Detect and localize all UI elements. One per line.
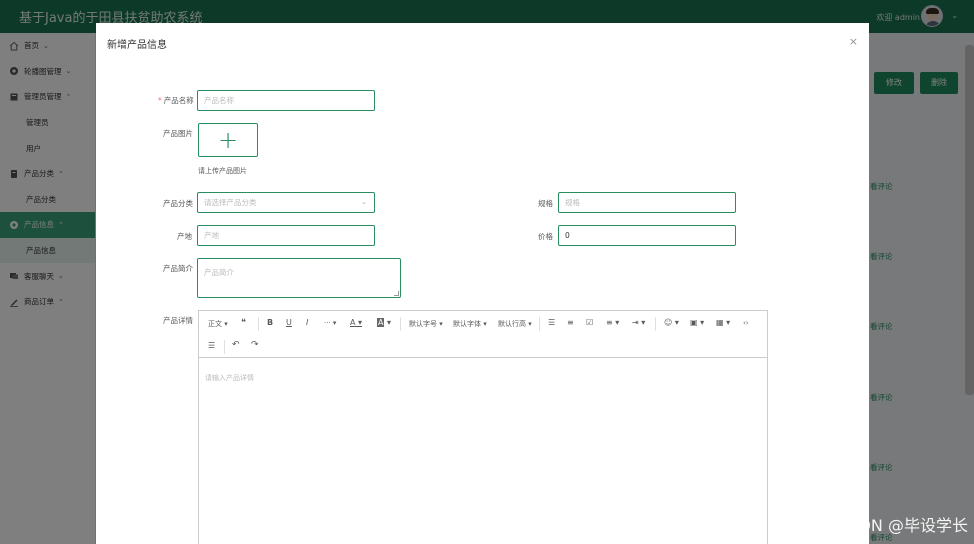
redo-icon[interactable]: ↷ <box>251 340 259 350</box>
editor-placeholder: 请输入产品详情 <box>205 374 254 382</box>
emoji-glyph: ☺ <box>664 318 673 327</box>
dialog-title: 新增产品信息 <box>107 40 167 51</box>
table-icon[interactable]: ▦ ▾ <box>716 318 730 327</box>
editor-content-area[interactable]: 请输入产品详情 <box>205 373 254 383</box>
paragraph-label: 正文 <box>208 320 222 328</box>
watermark: CSDN @毕设学长 <box>837 516 968 535</box>
toolbar-divider <box>655 317 656 331</box>
indent-glyph: ⇥ <box>632 318 639 327</box>
spec-input[interactable]: 规格 <box>558 192 736 213</box>
origin-label: 产地 <box>177 232 192 241</box>
paragraph-dropdown[interactable]: 正文 ▾ <box>208 319 228 329</box>
todo-icon[interactable]: ☑ <box>586 318 593 327</box>
product-image-label: 产品图片 <box>163 129 193 138</box>
font-family-label: 默认字体 <box>453 320 481 328</box>
undo-icon[interactable]: ↶ <box>232 340 240 350</box>
background-color-icon[interactable]: A ▾ <box>377 318 391 327</box>
detail-label: 产品详情 <box>163 316 193 325</box>
image-icon[interactable]: ▣ ▾ <box>690 318 704 327</box>
rich-text-editor: 正文 ▾ ❝ B U I ··· ▾ A ▾ A ▾ 默认字号 ▾ 默认字体 ▾… <box>198 310 768 544</box>
required-mark: * <box>158 96 162 105</box>
image-glyph: ▣ <box>690 318 698 327</box>
price-label: 价格 <box>538 232 553 241</box>
toolbar-divider <box>539 317 540 331</box>
toolbar-divider <box>400 317 401 331</box>
code-icon[interactable]: ‹› <box>743 319 749 327</box>
indent-icon[interactable]: ⇥ ▾ <box>632 318 645 327</box>
more-icon[interactable]: ··· ▾ <box>324 319 336 327</box>
spec-label: 规格 <box>538 199 553 208</box>
select-placeholder: 请选择产品分类 <box>204 198 257 207</box>
chevron-down-icon: ⌄ <box>361 198 367 206</box>
label-text: 产品名称 <box>163 96 194 105</box>
toolbar-divider <box>224 340 225 354</box>
emoji-icon[interactable]: ☺ ▾ <box>664 318 679 327</box>
bold-icon[interactable]: B <box>267 318 273 327</box>
line-height-label: 默认行高 <box>498 320 526 328</box>
resize-handle[interactable] <box>394 291 399 296</box>
origin-input[interactable]: 产地 <box>197 225 375 246</box>
line-height-dropdown[interactable]: 默认行高 ▾ <box>498 319 532 329</box>
product-name-label: * 产品名称 <box>158 95 194 106</box>
font-color-glyph: A <box>350 318 356 327</box>
close-icon[interactable]: × <box>849 35 858 48</box>
font-color-icon[interactable]: A ▾ <box>350 318 362 327</box>
bg-color-glyph: A <box>377 318 385 327</box>
product-category-select[interactable]: 请选择产品分类 ⌄ <box>197 192 375 213</box>
align-icon[interactable]: ≡ ▾ <box>606 318 619 327</box>
italic-icon[interactable]: I <box>306 318 308 327</box>
font-size-dropdown[interactable]: 默认字号 ▾ <box>409 319 443 329</box>
quote-icon[interactable]: ❝ <box>241 318 246 328</box>
divider-icon[interactable]: ☰ <box>208 341 215 350</box>
product-name-input[interactable]: 产品名称 <box>197 90 375 111</box>
font-size-label: 默认字号 <box>409 320 437 328</box>
price-input[interactable]: 0 <box>558 225 736 246</box>
textarea-placeholder: 产品简介 <box>204 268 234 277</box>
align-glyph: ≡ <box>606 318 613 327</box>
intro-label: 产品简介 <box>163 264 193 273</box>
editor-toolbar: 正文 ▾ ❝ B U I ··· ▾ A ▾ A ▾ 默认字号 ▾ 默认字体 ▾… <box>199 311 767 358</box>
more-glyph: ··· <box>324 319 331 327</box>
bullet-list-icon[interactable]: ☰ <box>548 318 555 327</box>
intro-textarea[interactable]: 产品简介 <box>197 258 401 298</box>
table-glyph: ▦ <box>716 318 724 327</box>
toolbar-divider <box>258 317 259 331</box>
product-category-label: 产品分类 <box>163 199 193 208</box>
font-family-dropdown[interactable]: 默认字体 ▾ <box>453 319 487 329</box>
upload-tip: 请上传产品图片 <box>198 167 247 175</box>
underline-icon[interactable]: U <box>286 318 292 327</box>
add-product-dialog: 新增产品信息 × * 产品名称 产品名称 产品图片 + 请上传产品图片 产品分类 … <box>96 23 869 544</box>
plus-icon: + <box>217 126 239 154</box>
numbered-list-icon[interactable]: ≡ <box>567 318 574 327</box>
image-upload-button[interactable]: + <box>198 123 258 157</box>
